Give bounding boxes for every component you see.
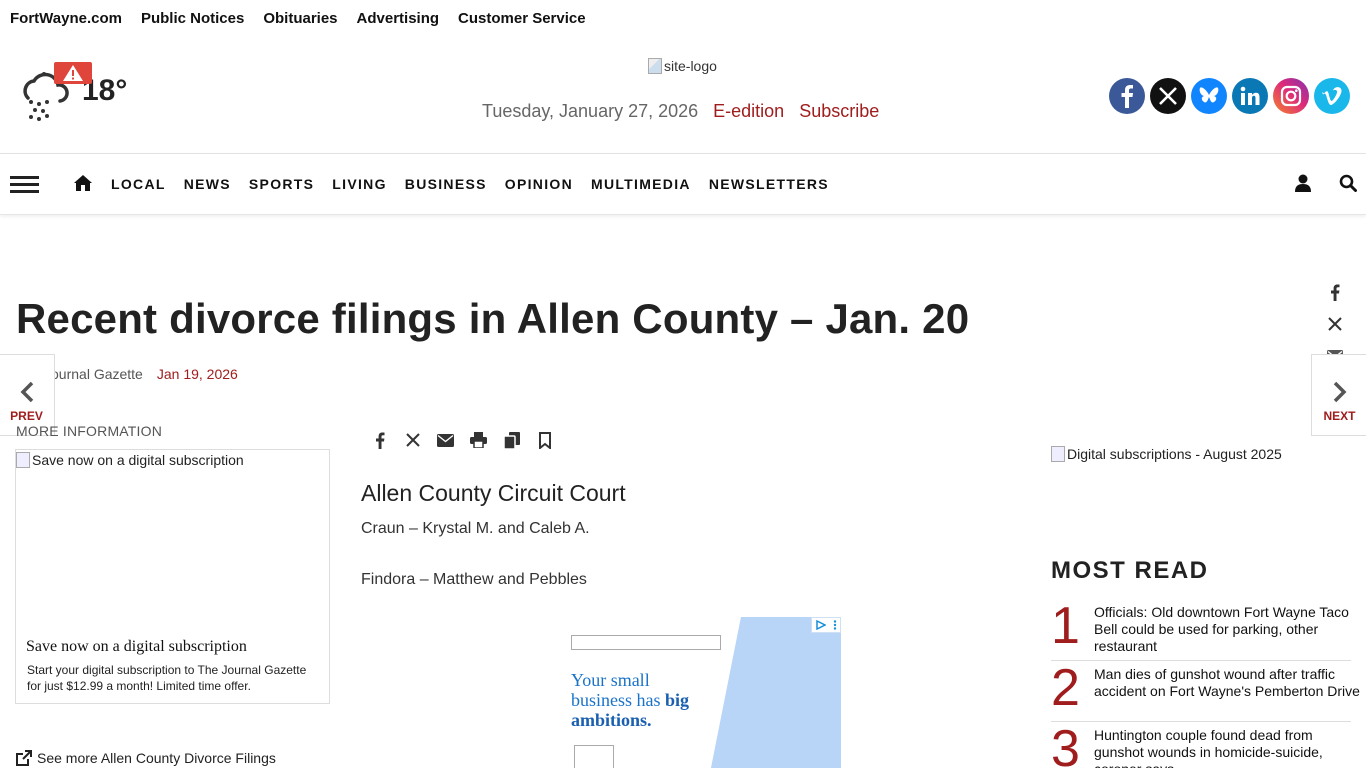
article-date: Jan 19, 2026 (156, 366, 238, 382)
most-read-item[interactable]: 2 Man dies of gunshot wound after traffi… (1051, 659, 1360, 722)
rail-image-alt: Digital subscriptions - August 2025 (1067, 446, 1282, 462)
current-date: Tuesday, January 27, 2026 (482, 101, 699, 121)
x-share-icon[interactable] (1324, 317, 1346, 350)
broken-image-icon (16, 452, 30, 468)
user-icon[interactable] (1294, 174, 1312, 192)
facebook-icon[interactable] (1109, 78, 1145, 114)
most-read-item[interactable]: 1 Officials: Old downtown Fort Wayne Tac… (1051, 597, 1351, 661)
most-read-title[interactable]: Huntington couple found dead from gunsho… (1094, 727, 1366, 768)
ad-line-3: ambitions. (571, 710, 652, 730)
search-icon[interactable] (1339, 174, 1357, 192)
nav-item-business[interactable]: BUSINESS (405, 176, 487, 192)
menu-icon[interactable] (10, 176, 39, 194)
vimeo-icon[interactable] (1314, 78, 1350, 114)
next-article-button[interactable]: NEXT (1311, 354, 1366, 436)
nav-item-newsletters[interactable]: NEWSLETTERS (709, 176, 829, 192)
eedition-link[interactable]: E-edition (713, 101, 784, 122)
prev-label: PREV (10, 409, 43, 423)
see-more-link[interactable]: See more Allen County Divorce Filings (16, 750, 276, 766)
site-logo[interactable]: site-logo (648, 58, 717, 74)
facebook-share-icon[interactable] (1324, 284, 1346, 317)
broken-image-icon (648, 58, 662, 74)
site-logo-alt: site-logo (664, 58, 717, 74)
top-utility-bar: FortWayne.com Public Notices Obituaries … (0, 0, 1366, 36)
snow-cloud-icon (14, 62, 92, 124)
dateline: Tuesday, January 27, 2026 E-edition Subs… (482, 101, 894, 122)
article-title: Recent divorce filings in Allen County –… (16, 295, 970, 342)
bluesky-icon[interactable] (1191, 78, 1227, 114)
ad-line-1: Your small (571, 670, 650, 690)
nav-item-living[interactable]: LIVING (332, 176, 386, 192)
article-paragraph: Craun – Krystal M. and Caleb A. (361, 520, 590, 537)
most-read-rank: 2 (1051, 659, 1080, 717)
chevron-right-icon (1333, 381, 1346, 403)
email-icon[interactable] (436, 431, 455, 449)
promo-body: Start your digital subscription to The J… (27, 663, 307, 693)
nav-item-news[interactable]: NEWS (184, 176, 231, 192)
promo-image-alt: Save now on a digital subscription (32, 452, 244, 468)
main-navigation: LOCAL NEWS SPORTS LIVING BUSINESS OPINIO… (0, 153, 1366, 215)
most-read-title[interactable]: Man dies of gunshot wound after traffic … (1094, 666, 1366, 700)
topbar-link-public-notices[interactable]: Public Notices (141, 10, 244, 27)
next-label: NEXT (1323, 409, 1356, 423)
topbar-link-obituaries[interactable]: Obituaries (263, 10, 337, 27)
facebook-share-icon[interactable] (370, 431, 389, 449)
adchoices-icon[interactable] (811, 617, 841, 633)
external-link-icon (16, 750, 32, 766)
rail-promo-image[interactable]: Digital subscriptions - August 2025 (1051, 446, 1282, 462)
see-more-label: See more Allen County Divorce Filings (37, 750, 276, 766)
topbar-link-customer-service[interactable]: Customer Service (458, 10, 586, 27)
home-icon[interactable] (73, 174, 93, 192)
nav-item-multimedia[interactable]: MULTIMEDIA (591, 176, 691, 192)
article-tools (370, 431, 554, 449)
print-icon[interactable] (469, 431, 488, 449)
nav-item-local[interactable]: LOCAL (111, 176, 166, 192)
ad-image-placeholder (571, 635, 721, 650)
topbar-link-advertising[interactable]: Advertising (357, 10, 440, 27)
instagram-icon[interactable] (1273, 78, 1309, 114)
ad-copy[interactable]: Your small business has big ambitions. (571, 670, 689, 730)
x-share-icon[interactable] (403, 431, 422, 449)
nav-items: LOCAL NEWS SPORTS LIVING BUSINESS OPINIO… (111, 176, 847, 192)
court-heading: Allen County Circuit Court (361, 480, 626, 506)
promo-image[interactable]: Save now on a digital subscription (16, 452, 244, 468)
most-read-item[interactable]: 3 Huntington couple found dead from guns… (1051, 720, 1351, 768)
topbar-link-fortwayne[interactable]: FortWayne.com (10, 10, 122, 27)
chevron-left-icon (20, 381, 33, 403)
linkedin-icon[interactable] (1232, 78, 1268, 114)
most-read-rank: 1 (1051, 597, 1080, 655)
advertisement[interactable]: Your small business has big ambitions. (541, 617, 841, 768)
most-read-heading: MOST READ (1051, 557, 1209, 584)
ad-line-2-bold: big (665, 690, 690, 710)
nav-item-opinion[interactable]: OPINION (505, 176, 573, 192)
subscription-promo-card[interactable]: Save now on a digital subscription Save … (15, 449, 330, 704)
more-information-heading: MORE INFORMATION (16, 423, 163, 439)
bookmark-icon[interactable] (535, 431, 554, 449)
nav-item-sports[interactable]: SPORTS (249, 176, 314, 192)
article-paragraph: Findora – Matthew and Pebbles (361, 571, 587, 588)
ad-thumbnail (574, 745, 614, 768)
subscribe-link[interactable]: Subscribe (799, 101, 879, 122)
most-read-rank: 3 (1051, 720, 1080, 768)
most-read-title[interactable]: Officials: Old downtown Fort Wayne Taco … (1094, 604, 1366, 655)
warning-icon (54, 62, 92, 84)
weather-widget[interactable]: 18° (14, 62, 127, 124)
ad-line-2: business has (571, 690, 665, 710)
social-links (1109, 78, 1350, 114)
x-icon[interactable] (1150, 78, 1186, 114)
broken-image-icon (1051, 446, 1065, 462)
promo-title[interactable]: Save now on a digital subscription (26, 638, 247, 656)
copy-icon[interactable] (502, 431, 521, 449)
